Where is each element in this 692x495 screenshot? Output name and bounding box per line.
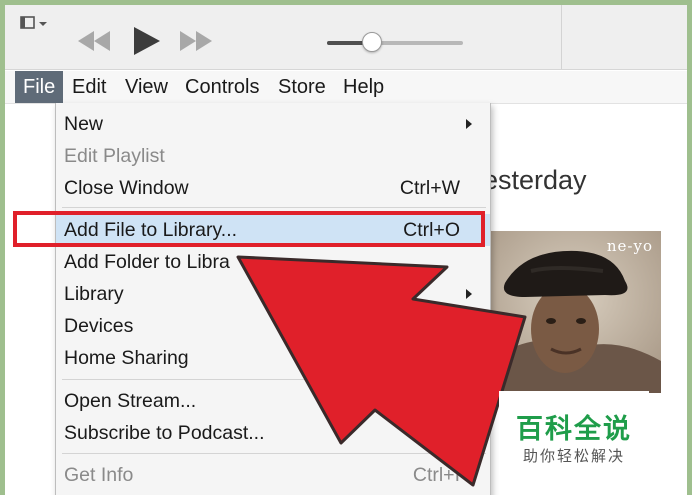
watermark-title: 百科全说 [516,414,632,444]
watermark: 百科全说 助你轻松解决 [499,391,649,475]
itunes-window: File Edit View Controls Store Help ester… [0,0,692,495]
watermark-subtitle: 助你轻松解决 [522,448,625,465]
